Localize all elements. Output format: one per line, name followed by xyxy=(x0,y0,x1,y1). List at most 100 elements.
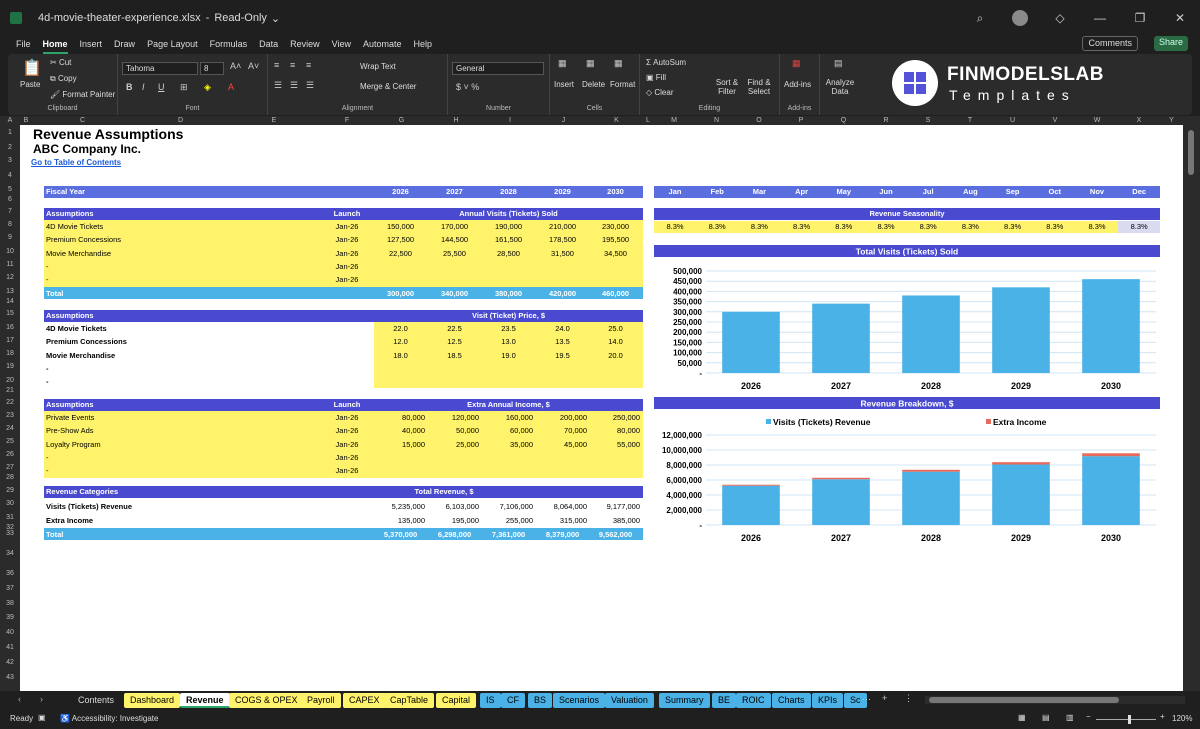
row-header[interactable]: 21 xyxy=(0,387,20,394)
font-color-icon[interactable]: A xyxy=(228,82,234,92)
visits-value[interactable] xyxy=(482,260,535,273)
visits-value[interactable] xyxy=(428,260,481,273)
column-header[interactable]: R xyxy=(865,116,907,125)
extra-row-launch[interactable]: Jan-26 xyxy=(320,451,374,464)
format-cells-icon[interactable]: ▦ xyxy=(614,58,623,69)
price-value[interactable]: 25.0 xyxy=(589,322,642,335)
search-icon[interactable]: ⌕ xyxy=(960,11,1000,26)
price-value[interactable] xyxy=(589,362,642,375)
hscroll-thumb[interactable] xyxy=(929,697,1119,703)
delete-cells-icon[interactable]: ▦ xyxy=(586,58,595,69)
sheet-tab[interactable]: Payroll xyxy=(301,693,341,708)
seasonality-value[interactable]: 8.3% xyxy=(738,220,780,233)
column-header[interactable]: D xyxy=(133,116,228,125)
sheet-tab[interactable]: Scenarios xyxy=(553,693,606,708)
column-header[interactable]: I xyxy=(483,116,537,125)
seasonality-value[interactable]: 8.3% xyxy=(1118,220,1160,233)
number-format-select[interactable]: General xyxy=(452,62,544,75)
price-value[interactable]: 19.0 xyxy=(482,349,535,362)
sheet-tab[interactable]: KPIs xyxy=(812,693,844,708)
row-header[interactable]: 36 xyxy=(0,570,20,577)
page-layout-view-icon[interactable]: ▤ xyxy=(1042,713,1050,722)
visits-row-launch[interactable]: Jan-26 xyxy=(320,273,374,286)
sort-filter-button[interactable]: Sort & Filter xyxy=(712,78,742,96)
fill-color-icon[interactable]: ◈ xyxy=(204,82,211,93)
row-header[interactable]: 15 xyxy=(0,310,20,317)
seasonality-value[interactable]: 8.3% xyxy=(992,220,1034,233)
extra-value[interactable] xyxy=(374,464,425,477)
extra-value[interactable]: 15,000 xyxy=(374,438,425,451)
format-painter-button[interactable]: 🖌 Format Painter xyxy=(50,90,115,99)
row-header[interactable]: 29 xyxy=(0,487,20,494)
row-header[interactable]: 34 xyxy=(0,550,20,557)
row-header[interactable]: 24 xyxy=(0,425,20,432)
addins-button[interactable]: Add-ins xyxy=(784,80,811,89)
seasonality-value[interactable]: 8.3% xyxy=(696,220,738,233)
sheet-tab[interactable]: Dashboard xyxy=(124,693,181,708)
align-right-icon[interactable]: ☰ xyxy=(306,80,314,91)
format-button[interactable]: Format xyxy=(610,80,635,89)
price-value[interactable]: 22.5 xyxy=(428,322,481,335)
column-header[interactable]: X xyxy=(1118,116,1160,125)
extra-value[interactable]: 55,000 xyxy=(589,438,640,451)
extra-value[interactable] xyxy=(374,451,425,464)
sheet-tab[interactable]: BE xyxy=(712,693,737,708)
column-header[interactable]: T xyxy=(949,116,991,125)
row-header[interactable]: 1 xyxy=(0,129,20,136)
menu-formulas[interactable]: Formulas xyxy=(204,36,254,53)
fill-button[interactable]: ▣ Fill xyxy=(646,73,666,82)
column-header[interactable]: A xyxy=(0,116,20,125)
price-value[interactable]: 13.0 xyxy=(482,335,535,348)
price-value[interactable]: 19.5 xyxy=(536,349,589,362)
extra-value[interactable]: 45,000 xyxy=(536,438,587,451)
bold-icon[interactable]: B xyxy=(126,82,133,92)
row-header[interactable]: 12 xyxy=(0,274,20,281)
align-bottom-icon[interactable]: ≡ xyxy=(306,60,311,70)
decrease-font-icon[interactable]: A˅ xyxy=(248,61,259,71)
price-value[interactable]: 13.5 xyxy=(536,335,589,348)
extra-value[interactable] xyxy=(428,464,479,477)
toc-link[interactable]: Go to Table of Contents xyxy=(31,158,121,167)
sheet-tab[interactable]: Revenue xyxy=(180,693,230,708)
price-value[interactable] xyxy=(589,375,642,388)
column-header[interactable]: J xyxy=(537,116,590,125)
sheet-tab[interactable]: ROIC xyxy=(736,693,771,708)
price-value[interactable] xyxy=(374,375,427,388)
visits-row-launch[interactable]: Jan-26 xyxy=(320,260,374,273)
price-value[interactable] xyxy=(428,375,481,388)
extra-value[interactable] xyxy=(589,464,640,477)
visits-value[interactable]: 150,000 xyxy=(374,220,427,233)
extra-row-launch[interactable]: Jan-26 xyxy=(320,464,374,477)
row-header[interactable]: 13 xyxy=(0,288,20,295)
sheet-tab[interactable]: Charts xyxy=(772,693,811,708)
extra-value[interactable]: 35,000 xyxy=(482,438,533,451)
insert-cells-icon[interactable]: ▦ xyxy=(558,58,567,69)
sheet-tab[interactable]: COGS & OPEX xyxy=(229,693,304,708)
price-value[interactable] xyxy=(482,362,535,375)
price-value[interactable]: 18.0 xyxy=(374,349,427,362)
column-header[interactable]: L xyxy=(643,116,653,125)
row-header[interactable]: 6 xyxy=(0,196,20,203)
autosum-button[interactable]: Σ AutoSum xyxy=(646,58,686,67)
row-header[interactable]: 2 xyxy=(0,144,20,151)
share-button[interactable]: Share xyxy=(1153,36,1188,51)
extra-value[interactable]: 250,000 xyxy=(589,411,640,424)
analyze-data-button[interactable]: Analyze Data xyxy=(824,78,856,96)
extra-value[interactable]: 200,000 xyxy=(536,411,587,424)
vertical-scrollbar[interactable] xyxy=(1183,116,1200,691)
visits-row-launch[interactable]: Jan-26 xyxy=(320,247,374,260)
zoom-thumb[interactable] xyxy=(1128,715,1131,724)
normal-view-icon[interactable]: ▦ xyxy=(1018,713,1026,722)
column-header[interactable]: N xyxy=(695,116,738,125)
row-header[interactable]: 23 xyxy=(0,412,20,419)
price-value[interactable]: 22.0 xyxy=(374,322,427,335)
visits-value[interactable]: 178,500 xyxy=(536,233,589,246)
menu-automate[interactable]: Automate xyxy=(357,36,408,53)
menu-data[interactable]: Data xyxy=(253,36,284,53)
borders-icon[interactable]: ⊞ xyxy=(180,82,188,93)
visits-value[interactable]: 22,500 xyxy=(374,247,427,260)
extra-value[interactable]: 160,000 xyxy=(482,411,533,424)
row-header[interactable]: 10 xyxy=(0,248,20,255)
row-header[interactable]: 27 xyxy=(0,464,20,471)
align-middle-icon[interactable]: ≡ xyxy=(290,60,295,70)
